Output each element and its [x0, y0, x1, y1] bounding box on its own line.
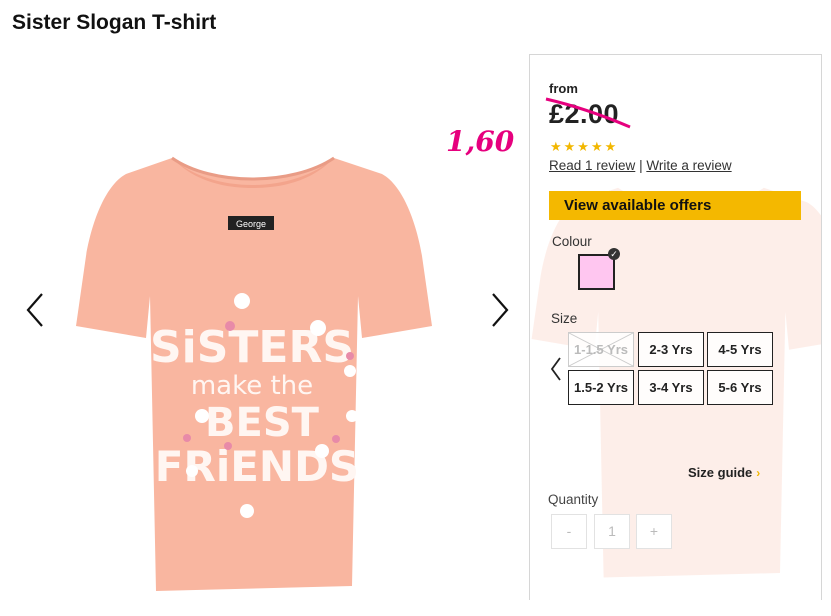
chevron-left-icon — [26, 293, 43, 327]
size-option-1-1.5: 1-1.5 Yrs — [568, 332, 634, 367]
quantity-decrement-button[interactable]: - — [551, 514, 587, 549]
quantity-input[interactable]: 1 — [594, 514, 630, 549]
size-option-1.5-2[interactable]: 1.5-2 Yrs — [568, 370, 634, 405]
colour-swatch-pink[interactable] — [578, 254, 615, 290]
rating-stars: ★★★★★ — [550, 139, 619, 154]
shirt-brand-label: George — [236, 219, 266, 229]
write-review-link[interactable]: Write a review — [646, 158, 731, 173]
size-guide-label: Size guide — [688, 465, 753, 480]
price-strike-mark — [545, 97, 631, 129]
colour-label: Colour — [552, 234, 592, 249]
handwritten-price-note: 1,60 — [446, 125, 515, 158]
view-offers-button[interactable]: View available offers — [549, 191, 801, 220]
chevron-left-icon — [550, 357, 561, 381]
gallery-next-button[interactable] — [485, 290, 515, 330]
check-icon: ✓ — [608, 248, 620, 260]
gallery-prev-button[interactable] — [22, 290, 52, 330]
svg-text:make the: make the — [191, 371, 313, 401]
size-option-4-5[interactable]: 4-5 Yrs — [707, 332, 773, 367]
read-reviews-link[interactable]: Read 1 review — [549, 158, 635, 173]
product-details-panel: from £2.00 ★★★★★ Read 1 review | Write a… — [529, 54, 822, 600]
chevron-right-icon — [492, 293, 509, 327]
svg-text:BEST: BEST — [205, 400, 320, 446]
review-links: Read 1 review | Write a review — [549, 158, 732, 173]
size-label: Size — [551, 311, 578, 326]
size-option-2-3[interactable]: 2-3 Yrs — [638, 332, 704, 367]
size-prev-button[interactable] — [549, 355, 563, 383]
page-title: Sister Slogan T-shirt — [12, 11, 217, 34]
review-separator: | — [639, 158, 643, 173]
quantity-increment-button[interactable]: + — [636, 514, 672, 549]
size-option-3-4[interactable]: 3-4 Yrs — [638, 370, 704, 405]
size-option-5-6[interactable]: 5-6 Yrs — [707, 370, 773, 405]
size-guide-link[interactable]: Size guide › — [688, 465, 760, 480]
quantity-label: Quantity — [548, 492, 599, 507]
chevron-right-icon: › — [756, 466, 761, 480]
product-image: George SiSTERS make the BEST FRiENDS — [76, 156, 432, 591]
